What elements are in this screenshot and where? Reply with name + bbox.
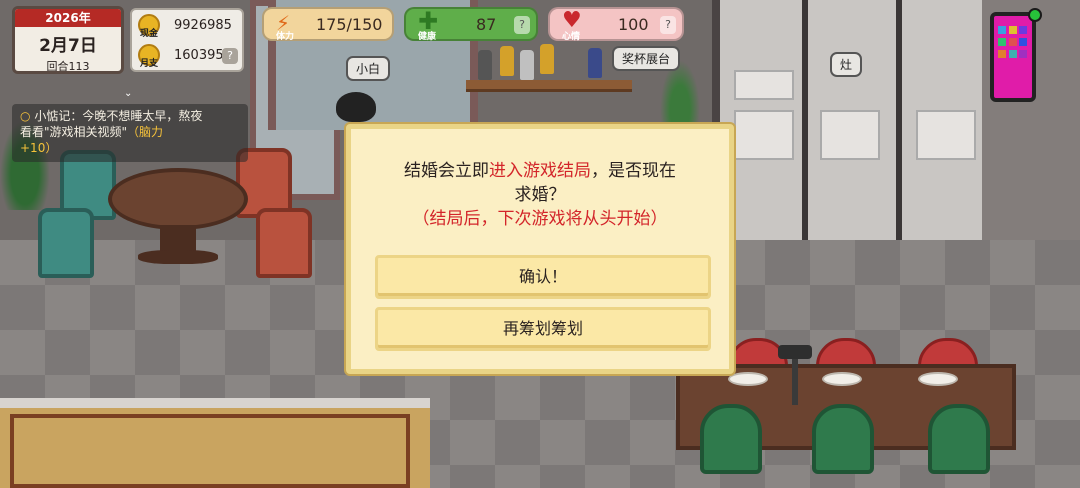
round-label: 回合113	[46, 60, 90, 73]
dialog-line2: 求婚？	[514, 185, 566, 205]
plate	[918, 372, 958, 386]
help-icon[interactable]: ?	[660, 16, 676, 34]
trophy-icon	[500, 46, 514, 76]
mood-value: 100	[618, 15, 649, 34]
monthly-row: 月支 160395 ?	[136, 42, 242, 70]
heart-icon: ♥	[562, 8, 582, 33]
cash-label: 现金	[140, 29, 159, 39]
plate	[822, 372, 862, 386]
armchair	[256, 208, 312, 278]
kitchen-cabinet	[820, 110, 880, 160]
mood-label: 心情	[562, 32, 581, 42]
date-panel[interactable]: 2026年 2月7日 回合113	[12, 6, 124, 74]
kitchen-sink	[734, 70, 794, 100]
stamina-stat[interactable]: ⚡ 体力 175/150	[262, 7, 394, 42]
health-value: 87	[476, 15, 497, 34]
chevron-down-icon[interactable]: ⌄	[124, 88, 132, 99]
bulb-icon: ○	[20, 109, 31, 123]
trophy-shelf-label: 奖杯展台	[612, 46, 681, 71]
trophy-shelf[interactable]	[466, 80, 632, 92]
table-base	[138, 250, 218, 264]
memo-line2: 看看"游戏相关视频"	[20, 125, 128, 139]
glass-divider	[802, 0, 808, 250]
trophy-icon	[588, 48, 602, 78]
money-panel: 现金 9926985 月支 160395 ?	[130, 8, 244, 72]
health-stat[interactable]: ✚ 健康 87 ?	[404, 7, 538, 42]
monthly-label: 月支	[140, 59, 159, 69]
kitchen-cabinet	[916, 110, 976, 160]
phone-button[interactable]	[990, 12, 1036, 102]
trophy-icon	[520, 50, 534, 80]
glass-divider	[896, 0, 902, 250]
cash-value: 9926985	[174, 18, 232, 33]
candelabra	[778, 335, 812, 405]
round-tea-table	[108, 168, 248, 230]
year-label: 2026年	[15, 9, 121, 27]
monthly-value: 160395	[174, 48, 224, 63]
dialog-message: 结婚会立即进入游戏结局，是否现在 求婚？ （结局后，下次游戏将从头开始）	[371, 159, 709, 231]
stamina-value: 175/150	[316, 15, 383, 34]
cat-name-label: 小白	[346, 56, 391, 81]
proposal-dialog: 结婚会立即进入游戏结局，是否现在 求婚？ （结局后，下次游戏将从头开始） 确认！…	[346, 124, 734, 374]
confirm-button[interactable]: 确认！	[375, 255, 711, 299]
date-label: 2月7日	[39, 36, 97, 56]
plate	[728, 372, 768, 386]
notification-dot	[1028, 8, 1042, 22]
dialog-warning: （结局后，下次游戏将从头开始）	[412, 209, 668, 229]
trophy-icon	[478, 50, 492, 80]
dining-chair	[928, 404, 990, 474]
phone-app-grid-icon	[998, 26, 1028, 60]
stove-label: 灶	[830, 52, 863, 77]
memo-panel[interactable]: ○ 小惦记：今晚不想睡太早，熬夜 看看"游戏相关视频"（脑力 +10）	[12, 104, 248, 162]
rug-border	[10, 414, 410, 488]
health-label: 健康	[418, 32, 437, 42]
kitchen-cabinet	[734, 110, 794, 160]
kitchen-area	[712, 0, 982, 250]
dining-chair	[700, 404, 762, 474]
reconsider-button[interactable]: 再筹划筹划	[375, 307, 711, 351]
memo-line1: 小惦记：今晚不想睡太早，熬夜	[34, 109, 203, 123]
dining-chair	[812, 404, 874, 474]
lightning-icon: ⚡	[276, 11, 291, 35]
stamina-label: 体力	[276, 32, 295, 42]
cat-sprite[interactable]	[336, 92, 376, 122]
dialog-line1-pre: 结婚会立即	[404, 161, 489, 181]
armchair	[38, 208, 94, 278]
memo-bonus-value: +10）	[20, 141, 58, 155]
cross-icon: ✚	[418, 7, 439, 35]
help-icon[interactable]: ?	[514, 16, 530, 34]
help-icon[interactable]: ?	[222, 48, 238, 64]
mood-stat[interactable]: ♥ 心情 100 ?	[548, 7, 684, 42]
dialog-line1-post: ，是否现在	[591, 161, 676, 181]
cash-row: 现金 9926985	[136, 12, 242, 40]
trophy-icon	[540, 44, 554, 74]
memo-bonus: （脑力	[127, 125, 164, 139]
dialog-line1-highlight: 进入游戏结局	[489, 161, 591, 181]
